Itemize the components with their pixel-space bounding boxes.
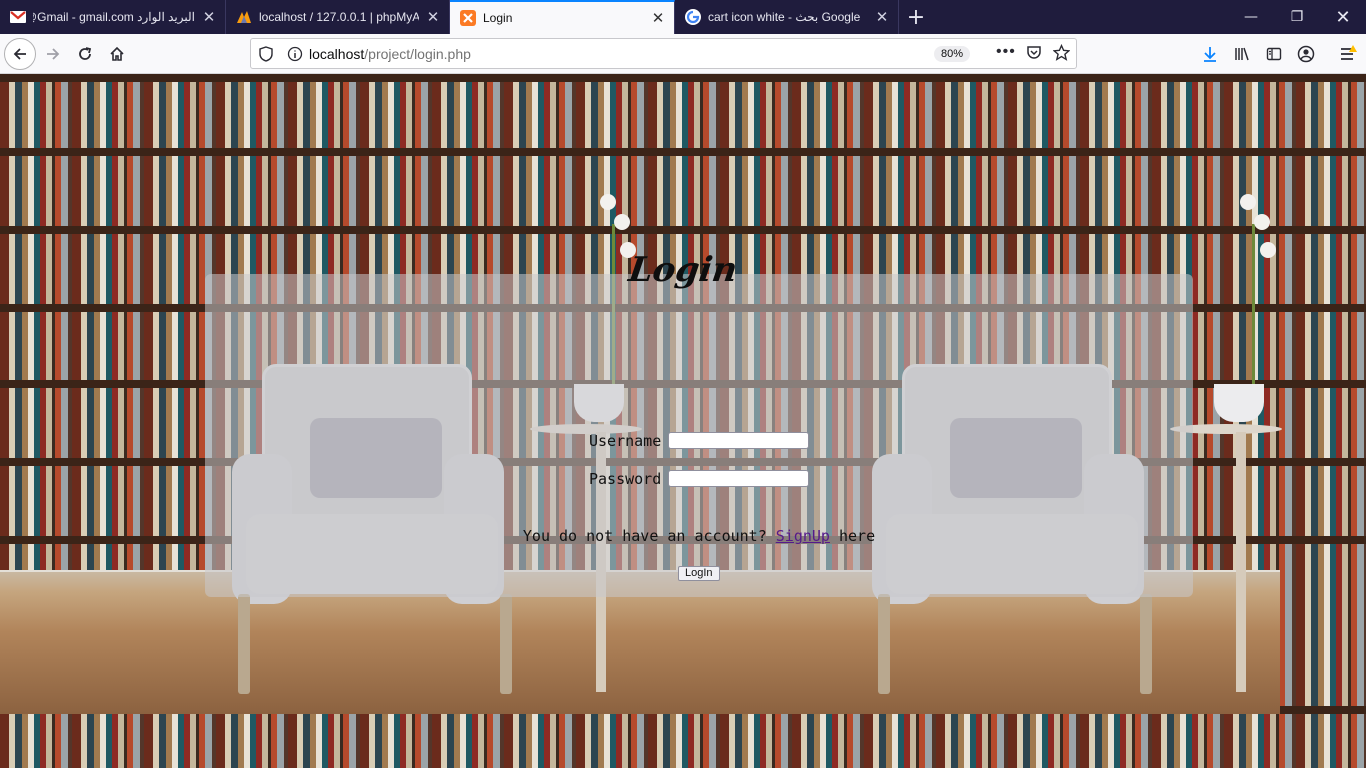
tab-label: cart icon white - بحث Google xyxy=(708,10,861,24)
site-info-icon[interactable] xyxy=(281,46,309,62)
page-viewport xyxy=(0,74,1366,768)
shield-icon[interactable] xyxy=(251,45,281,62)
close-tab-icon[interactable]: ✕ xyxy=(650,10,666,27)
menu-button[interactable] xyxy=(1332,38,1364,70)
arrow-right-icon xyxy=(47,48,60,60)
login-button[interactable]: LogIn xyxy=(678,566,720,581)
tab-phpmyadmin[interactable]: localhost / 127.0.0.1 | phpMyAdmin ✕ xyxy=(226,0,450,34)
signup-prefix: You do not have an account? xyxy=(522,527,776,545)
arrow-left-icon xyxy=(13,48,26,60)
back-button[interactable] xyxy=(4,38,36,70)
home-button[interactable] xyxy=(101,38,133,70)
tab-label: Login xyxy=(483,11,513,25)
signup-link[interactable]: SignUp xyxy=(776,527,830,545)
tab-google[interactable]: cart icon white - بحث Google ✕ xyxy=(675,0,899,34)
reload-button[interactable] xyxy=(69,38,101,70)
home-icon xyxy=(110,46,124,61)
library-button[interactable] xyxy=(1226,38,1258,70)
signup-suffix: here xyxy=(829,527,876,545)
tab-strip: البريد الوارد Gmail - gmail.com@ ✕ local… xyxy=(0,0,1366,34)
url-path: /project/login.php xyxy=(364,45,471,62)
login-title: Login xyxy=(626,250,740,290)
sidebar-icon xyxy=(1266,47,1282,61)
library-icon xyxy=(1235,47,1249,61)
tab-login[interactable]: Login ✕ xyxy=(450,0,675,34)
gmail-icon xyxy=(10,9,26,25)
close-tab-icon[interactable]: ✕ xyxy=(425,9,441,26)
sidebar-button[interactable] xyxy=(1258,38,1290,70)
address-bar[interactable]: localhost/project/login.php 80% ••• xyxy=(250,38,1077,69)
tab-gmail[interactable]: البريد الوارد Gmail - gmail.com@ ✕ xyxy=(0,0,226,34)
page-actions-icon[interactable]: ••• xyxy=(996,43,1016,61)
google-icon xyxy=(685,9,701,25)
account-icon xyxy=(1297,45,1315,63)
tab-label: البريد الوارد Gmail - gmail.com@ xyxy=(33,10,195,24)
zoom-level-badge[interactable]: 80% xyxy=(934,46,971,62)
bookmark-star-icon[interactable] xyxy=(1052,43,1071,64)
close-window-icon[interactable]: ✕ xyxy=(1320,0,1366,34)
url-host: localhost xyxy=(309,45,365,62)
reload-icon xyxy=(79,47,92,60)
url-text[interactable]: localhost/project/login.php xyxy=(309,46,471,62)
forward-button[interactable] xyxy=(37,38,69,70)
password-label: Password xyxy=(589,470,662,488)
downloads-button[interactable] xyxy=(1194,38,1226,70)
download-icon xyxy=(1204,47,1216,62)
pocket-icon[interactable] xyxy=(1026,45,1042,64)
restore-icon[interactable]: ❐ xyxy=(1274,0,1320,34)
signup-prompt: You do not have an account? SignUp here xyxy=(0,527,1366,545)
close-tab-icon[interactable]: ✕ xyxy=(201,9,217,26)
username-label: Username xyxy=(589,432,662,450)
username-input[interactable] xyxy=(668,432,809,449)
account-button[interactable] xyxy=(1290,38,1322,70)
phpmyadmin-icon xyxy=(236,9,252,25)
minimize-icon[interactable]: — xyxy=(1228,0,1274,34)
hamburger-menu-icon xyxy=(1341,45,1357,60)
password-input[interactable] xyxy=(668,470,809,487)
xampp-icon xyxy=(460,10,476,26)
close-tab-icon[interactable]: ✕ xyxy=(874,9,890,26)
tab-label: localhost / 127.0.0.1 | phpMyAdmin xyxy=(259,10,419,24)
navigation-bar: localhost/project/login.php 80% ••• xyxy=(0,34,1366,74)
new-tab-icon[interactable]: + xyxy=(899,0,933,34)
